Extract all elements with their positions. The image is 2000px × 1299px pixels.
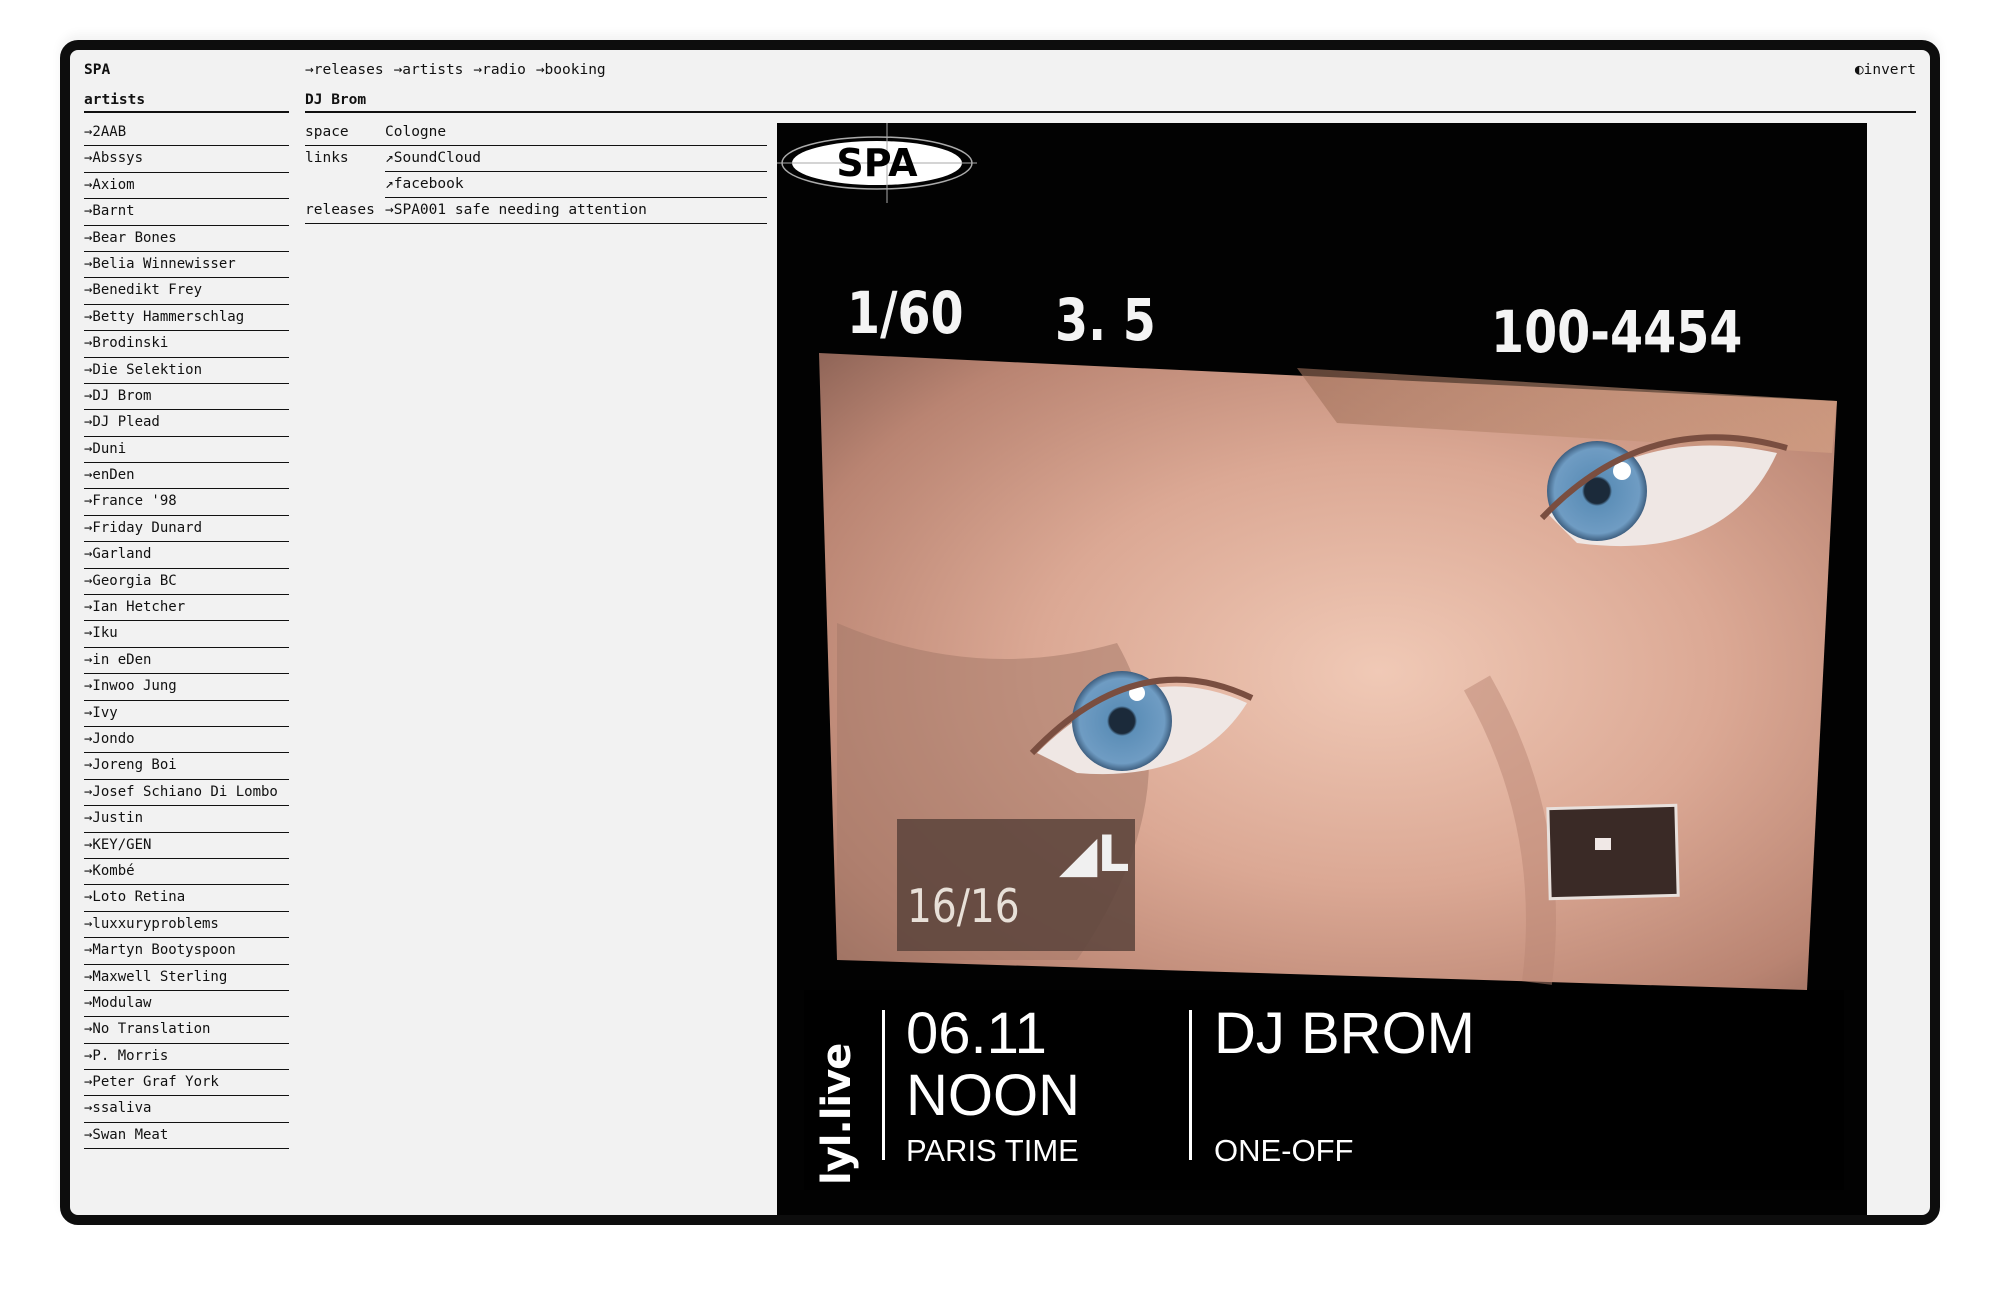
artist-link[interactable]: →France '98 (84, 489, 289, 516)
event-time: NOON (906, 1063, 1080, 1128)
artist-link[interactable]: →Betty Hammerschlag (84, 305, 289, 332)
artist-link[interactable]: →P. Morris (84, 1044, 289, 1071)
event-kind: ONE-OFF (1214, 1133, 1354, 1168)
event-banner: lyl.live 06.11 NOON PARIS TIME DJ BROM O… (804, 990, 1844, 1190)
info-row-space: space Cologne (305, 120, 767, 146)
artist-link[interactable]: →Martyn Bootyspoon (84, 938, 289, 965)
artist-link[interactable]: →Inwoo Jung (84, 674, 289, 701)
artist-link[interactable]: →DJ Brom (84, 384, 289, 411)
artist-link[interactable]: →Maxwell Sterling (84, 965, 289, 991)
spa-logo-text: SPA (836, 141, 918, 185)
artist-link[interactable]: →Georgia BC (84, 569, 289, 596)
nav-artists[interactable]: →artists (394, 62, 464, 78)
artist-link[interactable]: →Brodinski (84, 331, 289, 358)
artist-link[interactable]: →Belia Winnewisser (84, 252, 289, 279)
nav-booking[interactable]: →booking (536, 62, 606, 78)
artist-link[interactable]: →Swan Meat (84, 1123, 289, 1150)
artist-link[interactable]: →Ivy (84, 701, 289, 727)
artist-list: →2AAB →Abssys →Axiom →Barnt →Bear Bones →Beli… (84, 120, 289, 1150)
artist-link[interactable]: →Barnt (84, 199, 289, 226)
links-label: links (305, 150, 349, 166)
artist-link[interactable]: →DJ Plead (84, 410, 289, 437)
artist-link[interactable]: →Joreng Boi (84, 753, 289, 780)
artist-link[interactable]: →ssaliva (84, 1096, 289, 1123)
artist-link[interactable]: →No Translation (84, 1017, 289, 1044)
main-nav: →releases →artists →radio →booking (305, 62, 606, 78)
camera-aperture: 3. 5 (1055, 286, 1156, 354)
artist-link[interactable]: →Kombé (84, 859, 289, 886)
camera-quality: ◢L (1059, 825, 1130, 883)
artist-link[interactable]: →luxxuryproblems (84, 912, 289, 939)
artist-link[interactable]: →Duni (84, 437, 289, 464)
release-link[interactable]: →SPA001 safe needing attention (385, 198, 767, 223)
lyllive-logo: lyl.live (814, 1043, 860, 1185)
space-value: Cologne (385, 124, 447, 140)
artist-link[interactable]: →Jondo (84, 727, 289, 754)
event-artist: DJ BROM (1214, 1001, 1475, 1066)
invert-toggle[interactable]: ◐invert (1855, 62, 1916, 78)
info-row-links: links ↗SoundCloud ↗facebook (305, 146, 767, 198)
nav-releases[interactable]: →releases (305, 62, 384, 78)
link-soundcloud[interactable]: ↗SoundCloud (385, 146, 767, 172)
artist-link[interactable]: →Justin (84, 806, 289, 833)
link-facebook[interactable]: ↗facebook (385, 172, 767, 198)
sidebar-title: artists (84, 92, 289, 113)
artist-info: space Cologne links ↗SoundCloud ↗faceboo… (305, 120, 767, 224)
site-logo[interactable]: SPA (84, 62, 110, 78)
artist-link[interactable]: →in eDen (84, 648, 289, 675)
releases-label: releases (305, 202, 375, 218)
camera-counter: 100-4454 (1491, 298, 1743, 366)
artist-link[interactable]: →Garland (84, 542, 289, 569)
camera-frames: 16/16 (907, 879, 1020, 933)
browser-frame: SPA →releases →artists →radio →booking ◐… (60, 40, 1940, 1225)
divider (1189, 1010, 1192, 1160)
artist-link[interactable]: →2AAB (84, 120, 289, 147)
event-timezone: PARIS TIME (906, 1133, 1079, 1168)
artist-link[interactable]: →Benedikt Frey (84, 278, 289, 305)
artist-link[interactable]: →Iku (84, 621, 289, 648)
artist-link[interactable]: →enDen (84, 463, 289, 490)
artist-link[interactable]: →Axiom (84, 173, 289, 200)
artist-link[interactable]: →Friday Dunard (84, 516, 289, 543)
divider (882, 1010, 885, 1160)
nav-radio[interactable]: →radio (473, 62, 525, 78)
camera-shutter: 1/60 (847, 279, 964, 347)
artist-link[interactable]: →Josef Schiano Di Lombo (84, 780, 289, 807)
artist-link[interactable]: →Abssys (84, 146, 289, 173)
artist-link[interactable]: →Modulaw (84, 991, 289, 1018)
spa-logo-icon: SPA (777, 123, 977, 203)
event-date: 06.11 (906, 1001, 1047, 1066)
space-label: space (305, 124, 349, 140)
artist-link[interactable]: →Bear Bones (84, 226, 289, 252)
artist-link[interactable]: →Die Selektion (84, 358, 289, 384)
artist-link[interactable]: →Loto Retina (84, 885, 289, 912)
artist-poster-image: 1/60 3. 5 100-4454 ◢L 16/16 lyl.live 06.… (777, 123, 1867, 1215)
info-row-releases: releases →SPA001 safe needing attention (305, 198, 767, 224)
artist-link[interactable]: →KEY/GEN (84, 833, 289, 859)
page: SPA →releases →artists →radio →booking ◐… (70, 50, 1930, 1215)
page-title: DJ Brom (305, 92, 1916, 113)
artist-link[interactable]: →Ian Hetcher (84, 595, 289, 622)
artist-link[interactable]: →Peter Graf York (84, 1070, 289, 1097)
